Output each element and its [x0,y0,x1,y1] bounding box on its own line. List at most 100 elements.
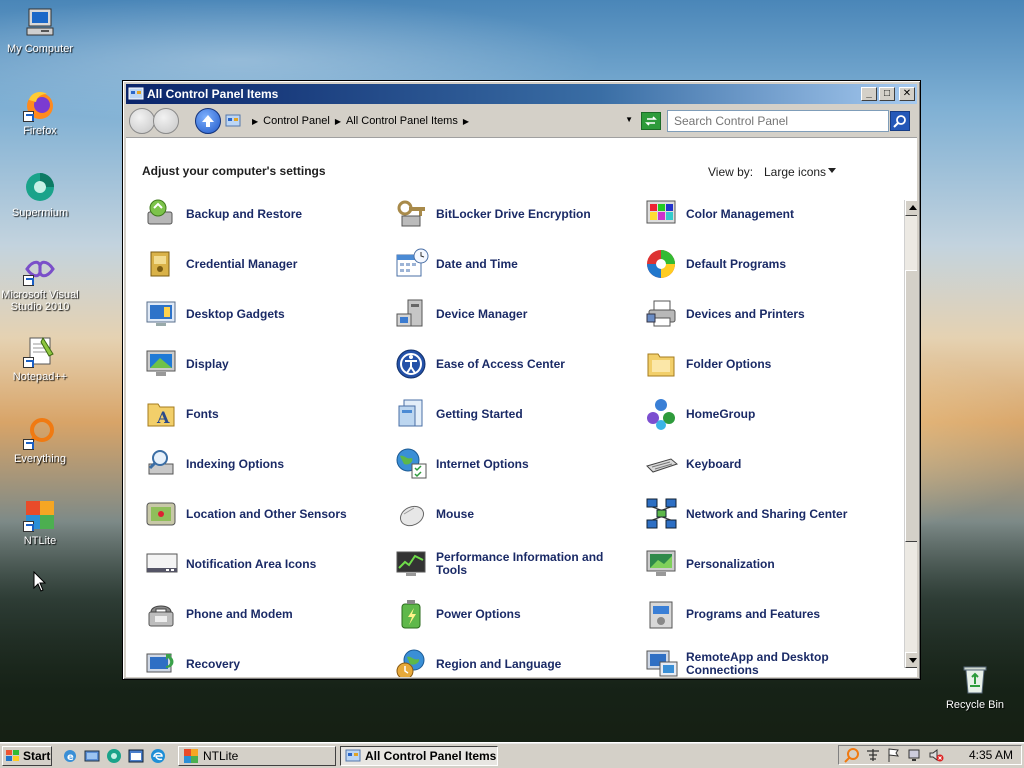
cp-item-remoteapp[interactable]: RemoteApp and Desktop Connections [644,644,884,677]
cp-item-phone-modem[interactable]: Phone and Modem [144,594,384,634]
bitlocker-icon [394,196,430,232]
volume-muted-icon[interactable] [928,747,944,763]
cp-item-label: Default Programs [686,256,787,271]
explorer-icon[interactable] [128,748,144,764]
show-desktop-icon[interactable] [84,748,100,764]
chevron-down-icon[interactable] [828,168,836,173]
desktop-icon-ntlite[interactable]: NTLite [0,498,80,547]
search-input[interactable] [667,110,889,132]
desktop-icon-everything[interactable]: Everything [0,416,80,465]
task-button-ntlite[interactable]: NTLite [178,745,336,766]
edge-icon[interactable] [150,748,166,764]
scroll-up-button[interactable] [905,200,917,216]
start-button[interactable]: Start [2,745,52,766]
cp-item-display[interactable]: Display [144,344,384,384]
cp-item-network-sharing[interactable]: Network and Sharing Center [644,494,884,534]
ie-icon[interactable]: e [62,748,78,764]
desktop-icon-visual-studio[interactable]: Microsoft Visual Studio 2010 [0,252,80,313]
system-tray: 4:35 AM [838,745,1022,765]
vertical-scrollbar[interactable] [904,200,917,668]
everything-search-icon[interactable] [844,747,860,763]
cp-item-folder-options[interactable]: Folder Options [644,344,884,384]
cp-item-ease-of-access[interactable]: Ease of Access Center [394,344,634,384]
page-heading: Adjust your computer's settings [142,164,326,178]
cp-item-performance[interactable]: Performance Information and Tools [394,544,634,584]
address-bar[interactable]: ▶ Control Panel ▶ All Control Panel Item… [225,110,633,132]
cp-item-label: Power Options [436,606,521,621]
control-panel-icon [345,749,361,761]
cp-item-notification-area[interactable]: Notification Area Icons [144,544,384,584]
taskbar: Start e NTLite All Control Panel Items 4… [0,742,1024,768]
cp-item-internet-options[interactable]: Internet Options [394,444,634,484]
cp-item-homegroup[interactable]: HomeGroup [644,394,884,434]
desktop-icon-my-computer[interactable]: My Computer [0,6,80,55]
cp-item-label: Backup and Restore [186,206,303,221]
cp-item-credential-manager[interactable]: Credential Manager [144,244,384,284]
breadcrumb-all-items[interactable]: All Control Panel Items [346,115,458,127]
cp-item-backup-restore[interactable]: Backup and Restore [144,194,384,234]
cp-item-power-options[interactable]: Power Options [394,594,634,634]
refresh-button[interactable] [641,112,661,130]
breadcrumb-arrow-icon[interactable]: ▶ [335,117,341,126]
cp-item-devices-printers[interactable]: Devices and Printers [644,294,884,334]
desktop-icon-supermium[interactable]: Supermium [0,170,80,219]
visual-studio-icon [23,252,57,286]
supermium-icon[interactable] [106,748,122,764]
up-button[interactable] [195,108,221,134]
search-button[interactable] [890,111,910,131]
cp-item-programs-features[interactable]: Programs and Features [644,594,884,634]
input-language-icon[interactable] [865,747,881,763]
cp-item-mouse[interactable]: Mouse [394,494,634,534]
task-button-control-panel[interactable]: All Control Panel Items [340,745,498,766]
breadcrumb-control-panel[interactable]: Control Panel [263,115,330,127]
scroll-down-button[interactable] [905,652,917,668]
cp-item-bitlocker[interactable]: BitLocker Drive Encryption [394,194,634,234]
cp-item-label: Indexing Options [186,456,284,471]
clock[interactable]: 4:35 AM [969,748,1013,762]
cp-item-indexing-options[interactable]: Indexing Options [144,444,384,484]
cp-item-label: Recovery [186,656,241,671]
scrollbar-thumb[interactable] [905,270,917,542]
desktop-icon-recycle-bin[interactable]: Recycle Bin [935,662,1015,711]
title-bar[interactable]: All Control Panel Items _ □ ✕ [126,84,917,104]
cp-item-personalization[interactable]: Personalization [644,544,884,584]
cp-item-fonts[interactable]: A Fonts [144,394,384,434]
cp-item-keyboard[interactable]: Keyboard [644,444,884,484]
firefox-icon [23,88,57,122]
mouse-icon [394,496,430,532]
network-tray-icon[interactable] [907,747,923,763]
default-programs-icon [644,246,680,282]
desktop-icon-notepadpp[interactable]: Notepad++ [0,334,80,383]
desktop-icon-firefox[interactable]: Firefox [0,88,80,137]
cp-item-desktop-gadgets[interactable]: Desktop Gadgets [144,294,384,334]
maximize-button[interactable]: □ [879,87,895,101]
cp-item-recovery[interactable]: Recovery [144,644,384,677]
action-center-flag-icon[interactable] [886,747,902,763]
cp-item-color-management[interactable]: Color Management [644,194,884,234]
cp-item-label: Region and Language [436,656,562,671]
backup-icon [144,196,180,232]
address-dropdown-icon[interactable]: ▼ [625,115,633,124]
internet-globe-icon [394,446,430,482]
cp-item-region-language[interactable]: Region and Language [394,644,634,677]
close-button[interactable]: ✕ [899,87,915,101]
windows-flag-icon [6,749,19,761]
breadcrumb-arrow-icon[interactable]: ▶ [463,117,469,126]
cp-item-label: Internet Options [436,456,529,471]
minimize-button[interactable]: _ [861,87,877,101]
back-button[interactable] [129,108,155,134]
cp-item-location-sensors[interactable]: Location and Other Sensors [144,494,384,534]
cp-item-label: Color Management [686,206,795,221]
forward-button[interactable] [153,108,179,134]
cp-item-device-manager[interactable]: Device Manager [394,294,634,334]
monitor-icon [144,346,180,382]
ntlite-icon [23,498,57,532]
view-by-dropdown[interactable]: Large icons [764,165,826,179]
cp-item-getting-started[interactable]: Getting Started [394,394,634,434]
credential-icon [144,246,180,282]
cp-item-default-programs[interactable]: Default Programs [644,244,884,284]
cp-item-date-time[interactable]: Date and Time [394,244,634,284]
control-panel-icon [225,114,241,127]
sensor-icon [144,496,180,532]
color-management-icon [644,196,680,232]
